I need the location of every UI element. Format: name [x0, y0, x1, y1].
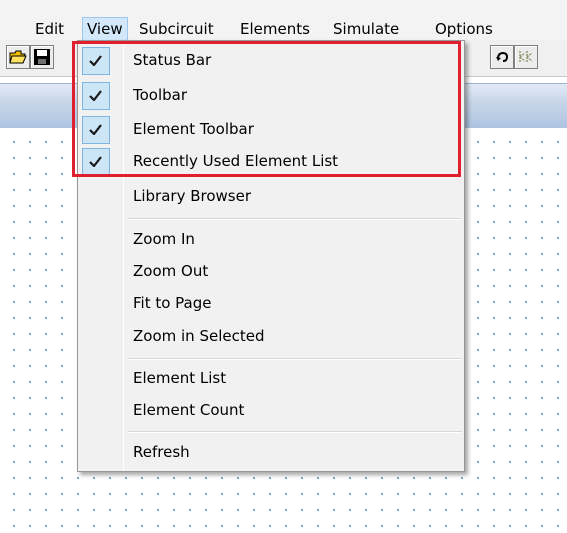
menu-bar: Edit View Subcircuit Elements Simulate O… [0, 0, 567, 41]
menu-item-element-list[interactable]: Element List [78, 362, 464, 394]
menu-item-zoom-in[interactable]: Zoom In [78, 223, 464, 255]
menu-item-label: Element Count [133, 401, 245, 419]
open-folder-icon[interactable] [6, 45, 30, 69]
menu-item-label: Library Browser [133, 187, 252, 205]
menu-item-zoom-out[interactable]: Zoom Out [78, 255, 464, 287]
menu-options[interactable]: Options [435, 18, 493, 40]
save-icon[interactable] [30, 45, 54, 69]
menu-elements[interactable]: Elements [240, 18, 310, 40]
undo-icon[interactable] [490, 45, 514, 69]
menu-simulate[interactable]: Simulate [333, 18, 399, 40]
menu-item-library-browser[interactable]: Library Browser [78, 180, 464, 212]
menu-edit[interactable]: Edit [35, 18, 64, 40]
menu-item-fit-to-page[interactable]: Fit to Page [78, 287, 464, 319]
menu-item-label: Zoom Out [133, 262, 209, 280]
menu-separator [128, 218, 462, 220]
menu-item-label: Element List [133, 369, 227, 387]
menu-item-element-count[interactable]: Element Count [78, 394, 464, 426]
menu-item-label: Zoom in Selected [133, 327, 265, 345]
menu-subcircuit[interactable]: Subcircuit [139, 18, 214, 40]
menu-view[interactable]: View [82, 17, 128, 41]
menu-separator [128, 431, 462, 433]
menu-item-refresh[interactable]: Refresh [78, 436, 464, 468]
menu-item-label: Refresh [133, 443, 190, 461]
menu-item-zoom-in-selected[interactable]: Zoom in Selected [78, 320, 464, 352]
transistor-icon[interactable] [514, 45, 538, 69]
menu-item-label: Fit to Page [133, 294, 212, 312]
annotation-highlight-box [72, 41, 461, 177]
menu-item-label: Zoom In [133, 230, 195, 248]
menu-separator [128, 358, 462, 360]
